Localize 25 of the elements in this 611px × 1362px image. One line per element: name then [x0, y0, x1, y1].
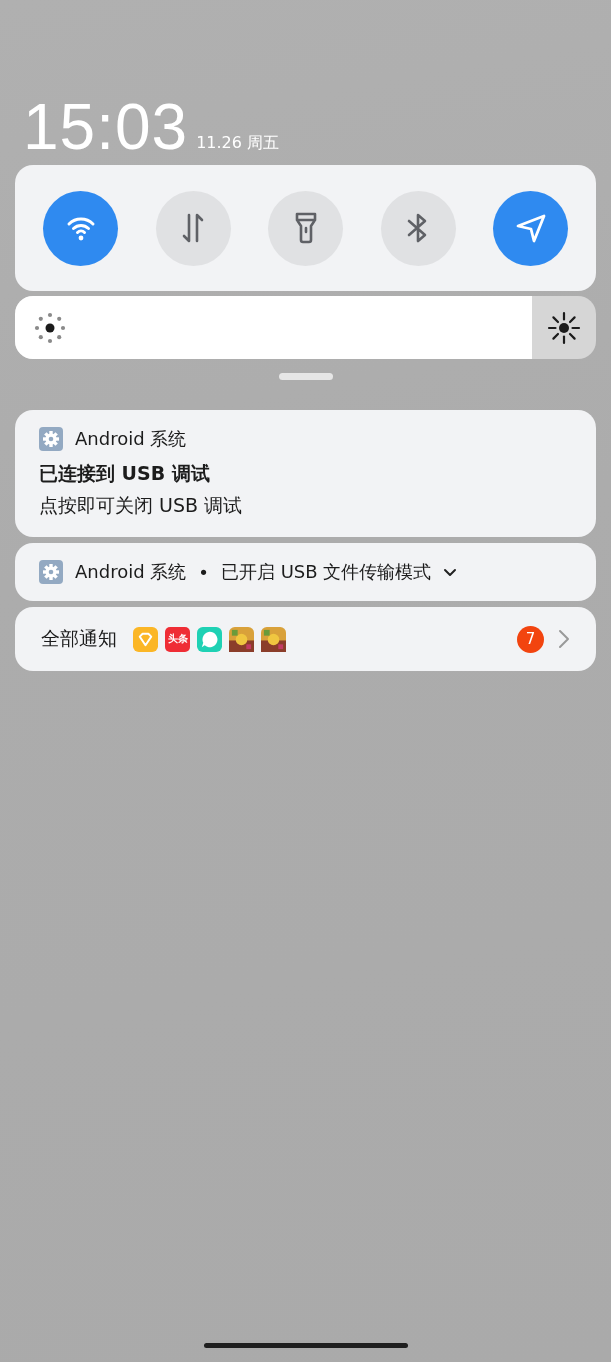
gear-icon: [39, 560, 63, 584]
diamond-app-icon: [133, 626, 158, 652]
all-notifications-label: 全部通知: [41, 626, 117, 651]
app-name: Android 系统: [75, 427, 187, 451]
chevron-right-icon[interactable]: [558, 629, 570, 649]
drag-handle[interactable]: [278, 373, 333, 380]
clock-date: 11.26 周五: [196, 133, 280, 154]
separator-dot: •: [198, 561, 209, 583]
data-transfer-icon: [180, 212, 206, 244]
app-icon: 头条: [165, 626, 190, 652]
notification-card[interactable]: Android 系统 已连接到 USB 调试 点按即可关闭 USB 调试: [15, 410, 596, 537]
clock-time: 15:03: [23, 96, 189, 158]
flashlight-icon: [293, 211, 318, 245]
count-badge: 7: [517, 625, 544, 653]
app-name: Android 系统: [75, 560, 187, 584]
navigation-arrow-icon: [514, 212, 547, 244]
chevron-down-icon[interactable]: [443, 567, 458, 577]
all-notifications-bar[interactable]: 全部通知 头条 7: [15, 607, 596, 671]
gear-icon: [39, 427, 63, 451]
wifi-icon: [65, 215, 96, 241]
notification-text: 点按即可关闭 USB 调试: [39, 493, 244, 518]
chat-app-icon: [197, 626, 222, 652]
notification-title: 已连接到 USB 调试: [39, 461, 211, 486]
notification-card[interactable]: Android 系统 • 已开启 USB 文件传输模式: [15, 543, 596, 601]
notification-text: 已开启 USB 文件传输模式: [220, 560, 432, 584]
